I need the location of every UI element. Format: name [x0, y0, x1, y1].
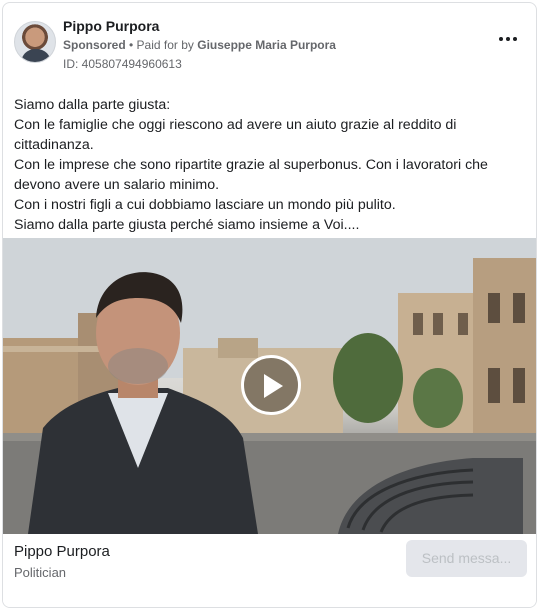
- page-category: Politician: [14, 565, 67, 580]
- paid-for-prefix: Paid for by: [136, 38, 198, 52]
- send-message-button[interactable]: Send messa...: [406, 540, 527, 577]
- avatar[interactable]: [14, 21, 56, 63]
- post-text-line: Con i nostri figli a cui dobbiamo lascia…: [14, 197, 396, 213]
- video-player[interactable]: [3, 238, 536, 534]
- ad-id: ID: 405807494960613: [63, 57, 182, 71]
- post-meta: Sponsored • Paid for by Giuseppe Maria P…: [63, 38, 336, 52]
- post-header: Pippo Purpora Sponsored • Paid for by Gi…: [3, 3, 536, 83]
- sponsored-label: Sponsored: [63, 38, 126, 52]
- ad-card: Pippo Purpora Sponsored • Paid for by Gi…: [2, 2, 537, 608]
- post-text-line: Con le famiglie che oggi riescono ad ave…: [14, 117, 457, 153]
- post-text-line: Siamo dalla parte giusta perché siamo in…: [14, 217, 360, 233]
- post-text-line: Siamo dalla parte giusta:: [14, 97, 171, 113]
- post-text-line: Con le imprese che sono ripartite grazie…: [14, 157, 488, 193]
- play-icon[interactable]: [241, 355, 301, 415]
- payer-name: Giuseppe Maria Purpora: [197, 38, 336, 52]
- ad-footer: Pippo Purpora Politician Send messa...: [3, 534, 536, 607]
- avatar-body-shape: [21, 49, 51, 62]
- more-options-icon[interactable]: [496, 31, 520, 51]
- author-name[interactable]: Pippo Purpora: [63, 18, 159, 34]
- meta-separator: •: [125, 38, 137, 52]
- post-text: Siamo dalla parte giusta: Con le famigli…: [14, 95, 532, 235]
- page-name[interactable]: Pippo Purpora: [14, 543, 110, 560]
